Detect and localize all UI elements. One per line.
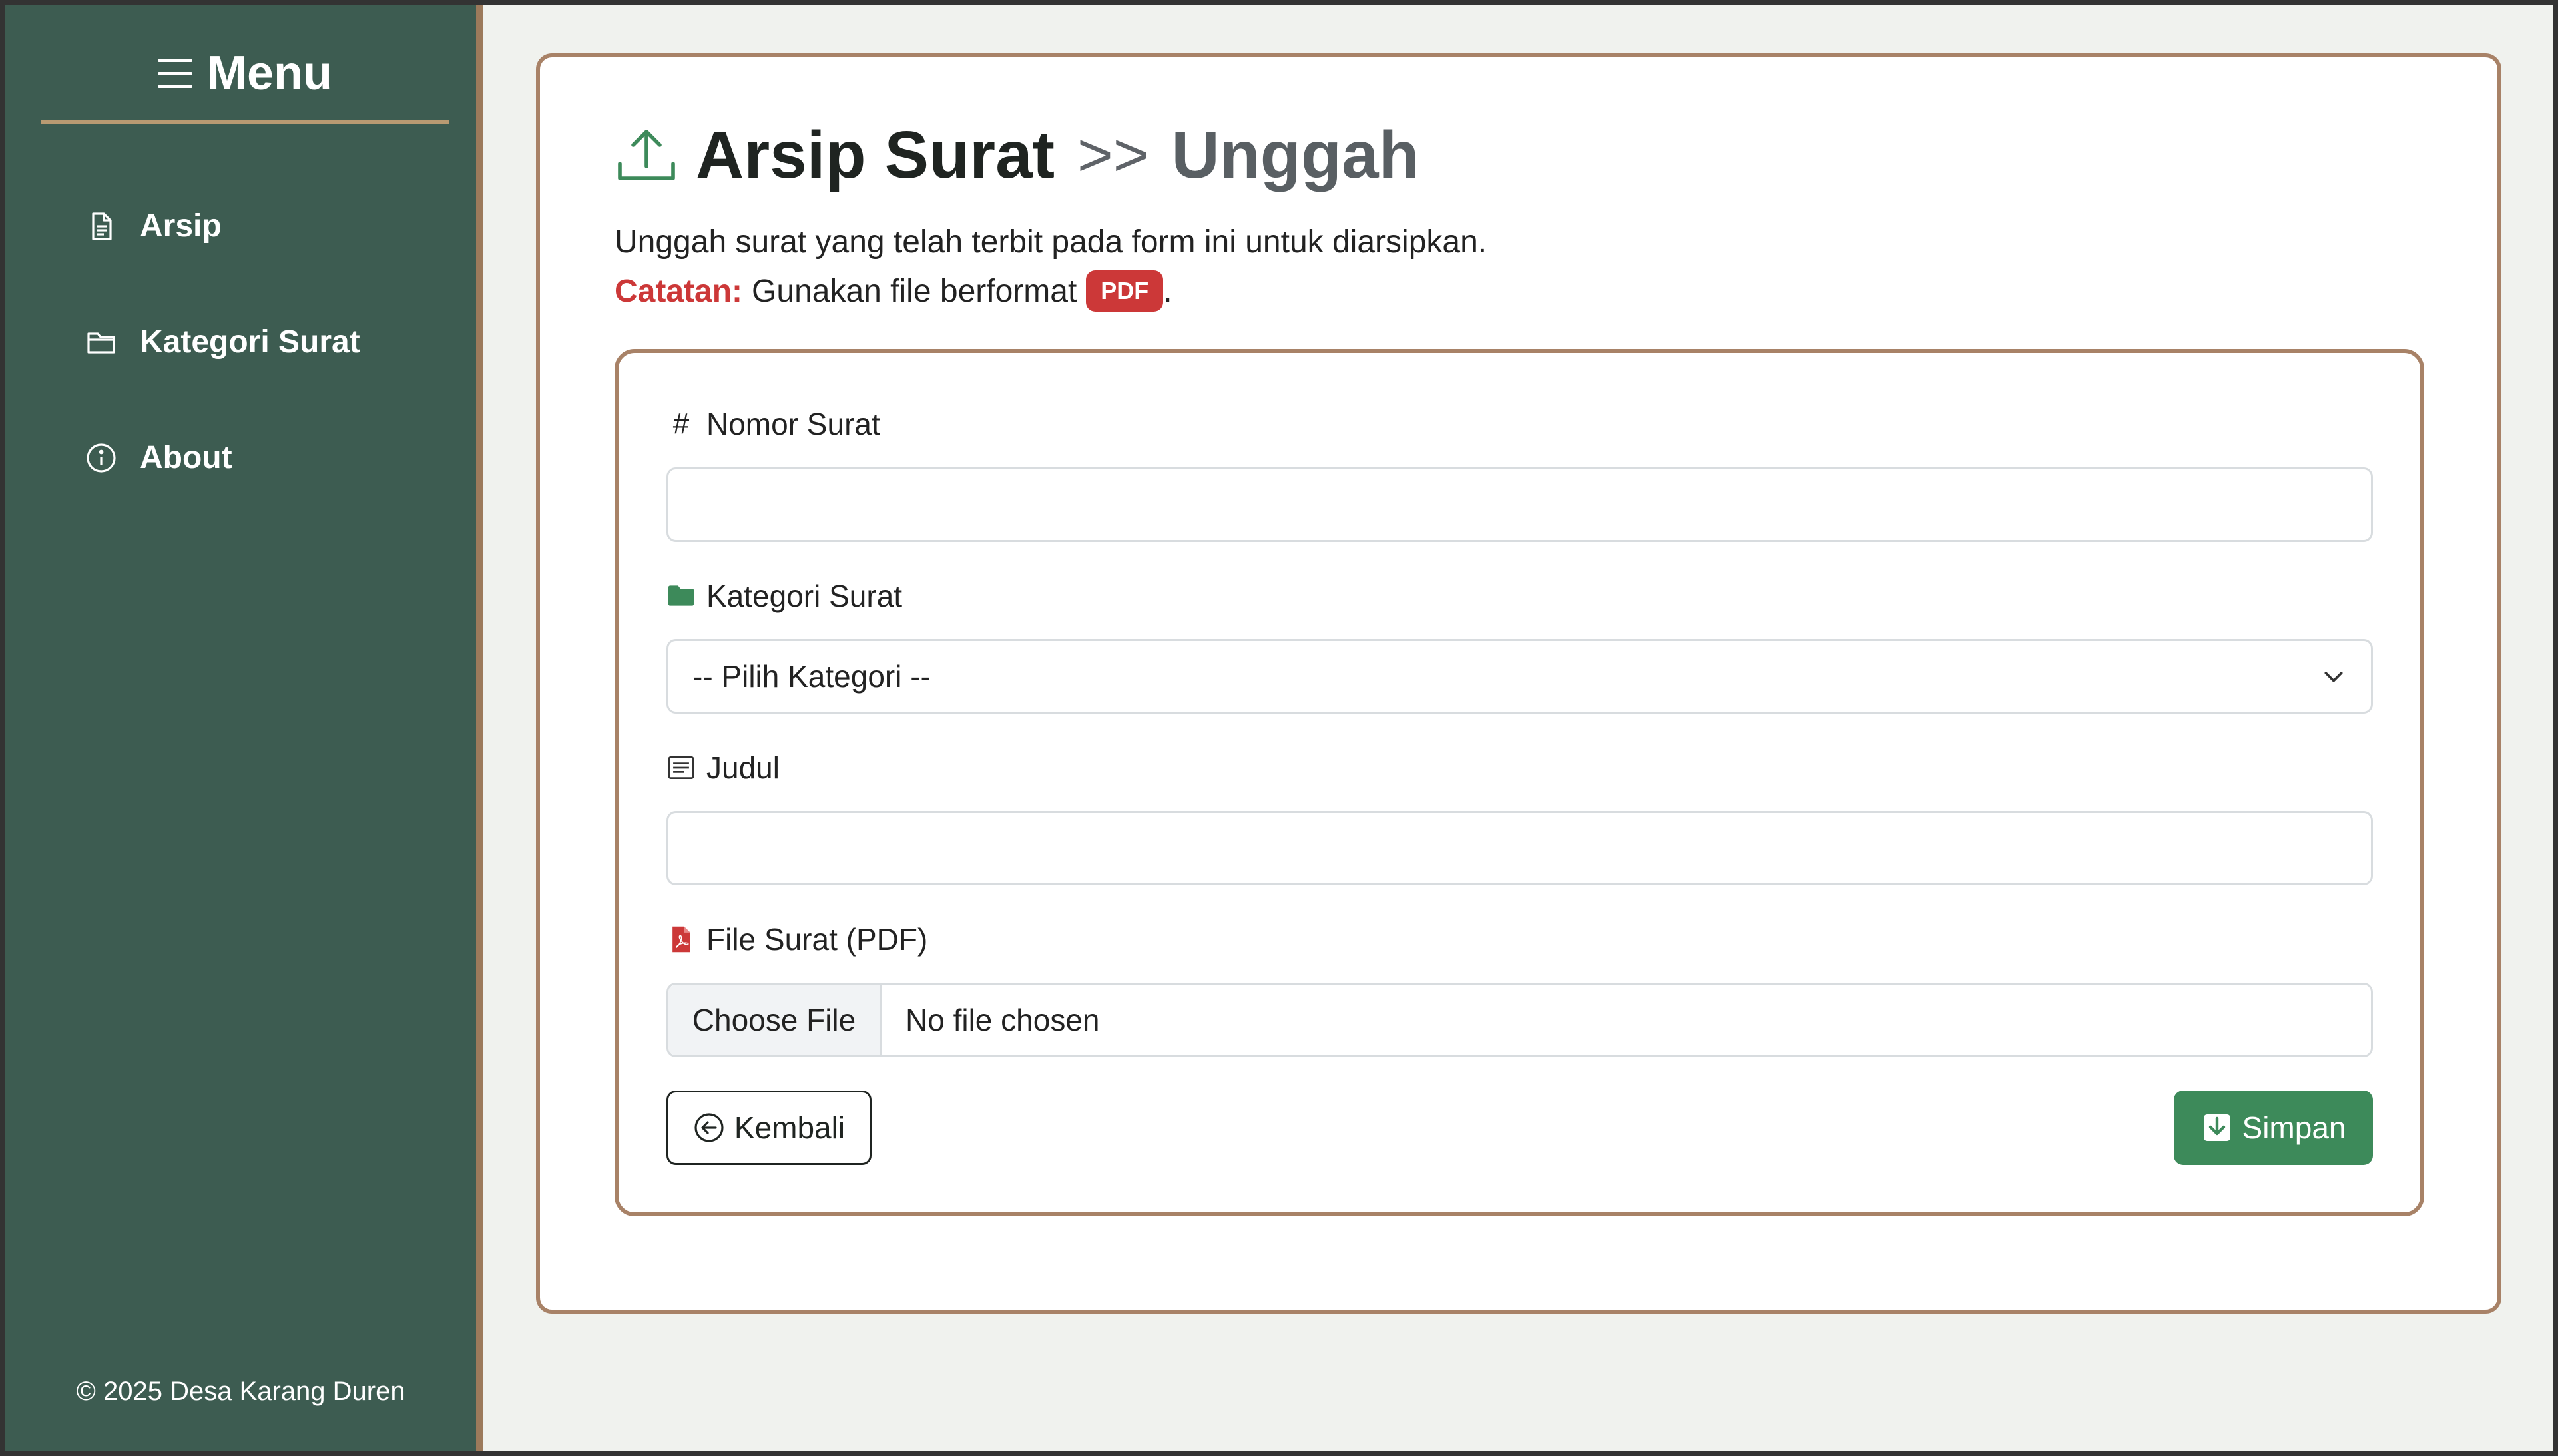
sidebar-item-label: About [140,440,232,475]
nomor-surat-label-text: Nomor Surat [706,407,880,441]
sidebar-item-about[interactable]: About [85,439,232,476]
pdf-badge: PDF [1086,270,1164,312]
sidebar: Menu Arsip Kategori Surat About © 2025 D… [5,5,483,1451]
sidebar-item-kategori-surat[interactable]: Kategori Surat [85,324,360,360]
file-status: No file chosen [905,1003,1100,1037]
page-note: Catatan: Gunakan file berformat PDF . [615,270,1172,312]
upload-icon [618,129,675,180]
sidebar-title: Menu [207,47,332,100]
note-label: Catatan: [615,273,743,309]
chevron-down-icon [2324,672,2343,682]
nomor-surat-label: # Nomor Surat [666,406,880,442]
choose-file-button[interactable]: Choose File [668,985,882,1055]
file-text-icon [92,212,112,240]
back-button[interactable]: Kembali [666,1091,872,1165]
judul-label: Judul [666,750,780,786]
app-window: Menu Arsip Kategori Surat About © 2025 D… [5,5,2553,1451]
sidebar-item-label: Kategori Surat [140,324,360,360]
page-title: Arsip Surat >> Unggah [615,117,1419,194]
save-button[interactable]: Simpan [2174,1091,2373,1165]
note-text: Gunakan file berformat [752,273,1077,309]
page-title-main: Arsip Surat [696,118,1055,192]
text-paragraph-icon [668,756,694,779]
page-subtitle: Unggah [1171,118,1419,192]
kategori-surat-label-text: Kategori Surat [706,579,903,613]
nomor-surat-input[interactable] [666,467,2373,542]
kategori-select[interactable]: -- Pilih Kategori -- [666,639,2373,714]
upload-card: Arsip Surat >> Unggah Unggah surat yang … [536,53,2501,1314]
file-surat-label: File Surat (PDF) [666,921,927,957]
folder-fill-icon [668,585,694,606]
upload-form: # Nomor Surat Kategori Surat -- Pilih Ka… [615,349,2424,1216]
title-separator: >> [1077,121,1149,189]
hamburger-menu-icon[interactable] [158,59,192,88]
file-pdf-icon [672,926,690,953]
page-description: Unggah surat yang telah terbit pada form… [615,224,1487,260]
main-content: Arsip Surat >> Unggah Unggah surat yang … [483,5,2553,1451]
arrow-left-circle-icon [694,1113,724,1142]
sidebar-header: Menu [41,47,449,124]
save-button-label: Simpan [2242,1110,2346,1145]
note-end: . [1163,273,1172,309]
info-icon [87,443,116,473]
copyright-footer: © 2025 Desa Karang Duren [76,1377,405,1406]
kategori-surat-label: Kategori Surat [666,578,902,614]
sidebar-item-label: Arsip [140,208,222,244]
back-button-label: Kembali [734,1110,846,1145]
kategori-selected-value: -- Pilih Kategori -- [692,659,931,694]
folder-icon [87,332,115,354]
file-surat-label-text: File Surat (PDF) [706,922,928,957]
judul-label-text: Judul [706,750,780,785]
sidebar-item-arsip[interactable]: Arsip [85,208,222,244]
file-input[interactable]: Choose File No file chosen [666,983,2373,1057]
judul-input[interactable] [666,811,2373,885]
download-box-icon [2203,1114,2230,1141]
hash-icon: # [672,407,690,440]
